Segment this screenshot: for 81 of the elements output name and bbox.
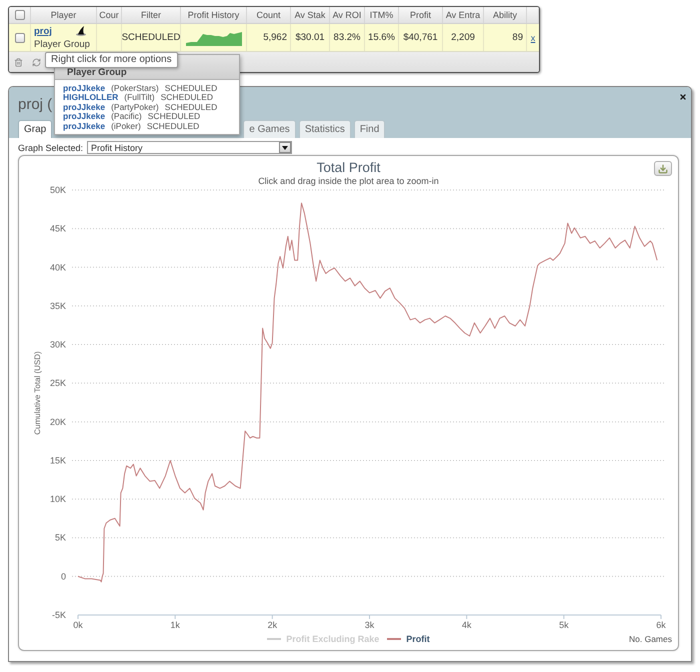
table-cell: 83.2% [330,24,365,51]
member-site: (PartyPoker) [111,102,159,112]
y-axis-label: -5K [52,610,66,620]
refresh-icon[interactable] [32,58,41,66]
tab[interactable]: Find [354,120,386,138]
column-header[interactable]: Count [247,7,291,23]
member-status: SCHEDULED [148,112,200,122]
legend-line-icon [387,638,402,640]
y-axis-label: 20K [50,416,66,427]
column-header[interactable]: Ability [484,7,527,23]
player-link[interactable]: proj [34,26,52,36]
caret-icon [279,142,292,153]
legend-item[interactable]: Profit [387,634,430,644]
member-status: SCHEDULED [164,84,218,94]
member-name[interactable]: proJJkeke [63,122,106,132]
table-cell: $40,761 [399,24,443,51]
column-header[interactable]: Cour [97,7,122,23]
y-axis-label: 50K [50,185,66,195]
member-site: (Pacific) [111,112,142,122]
member-name[interactable]: proJJkeke [63,112,106,122]
y-axis-label: 30K [50,340,66,350]
graph-select[interactable]: Profit History [87,141,292,154]
y-axis-label: 10K [50,494,66,504]
member-site: (iPoker) [111,122,141,132]
chart-subtitle: Click and drag inside the plot area to zoom-in [258,176,439,187]
member-name[interactable]: proJJkeke [63,102,106,112]
y-axis-label: 15K [50,455,66,466]
column-header[interactable]: Player [31,7,97,23]
tooltip: Right click for more options [45,52,178,68]
x-axis-label: 2k [268,620,278,630]
trash-icon[interactable] [14,58,23,66]
table-cell: 15.6% [365,24,399,51]
tab[interactable]: Statistics [298,120,351,138]
y-axis-title: Cumulative Total (USD) [33,351,42,435]
x-axis-label: 4k [462,620,472,630]
tab[interactable]: Grap [18,120,52,138]
member-status: SCHEDULED [164,102,218,112]
x-axis-title: No. Games [629,634,673,644]
column-header[interactable]: Av Entra [443,7,484,23]
table-cell: $30.01 [291,24,330,51]
member-status: SCHEDULED [146,122,200,132]
chart-title: Total Profit [316,160,380,176]
column-header[interactable]: ITM% [365,7,399,23]
column-header[interactable]: Av ROI [330,7,365,23]
download-icon [658,164,668,174]
legend-line-icon [267,638,282,640]
y-axis-label: 45K [50,224,66,234]
y-axis-label: 40K [50,262,66,272]
column-header[interactable]: Filter [122,7,181,23]
x-axis-label: 0k [73,620,83,630]
column-header[interactable]: Profit [399,7,443,23]
export-button[interactable] [654,161,672,176]
close-icon[interactable] [679,93,687,101]
column-header[interactable]: Profit History [181,7,247,23]
x-axis-label: 5k [559,620,569,630]
x-axis-label: 1k [170,620,180,630]
y-axis-label: 5K [54,532,66,543]
y-axis-label: 25K [50,378,66,388]
group-label: Player Group [34,38,91,50]
tab[interactable]: e Games [243,120,296,138]
checkbox[interactable] [14,32,24,42]
table-cell: 89 [484,24,527,51]
table-cell: 2,209 [443,24,484,51]
table-cell: SCHEDULED [122,24,181,51]
graph-select-label: Graph Selected: [18,142,84,152]
column-header[interactable]: Av Stak [291,7,330,23]
member-name[interactable]: HIGHLOLLER [63,93,118,103]
profit-sparkline [186,30,242,46]
fin-icon [76,26,86,36]
member-name[interactable]: proJJkeke [63,84,106,94]
y-axis-label: 35K [50,300,66,311]
y-axis-label: 0 [60,571,66,582]
checkbox[interactable] [14,10,24,20]
x-axis-label: 6k [656,620,666,630]
x-axis-label: 3k [364,620,374,630]
member-site: (PokerStars) [111,84,159,94]
remove-link[interactable]: x [530,32,536,42]
table-cell: 5,962 [247,24,291,51]
member-status: SCHEDULED [160,93,214,103]
window-title: proj ( [18,96,52,114]
member-site: (FullTilt) [124,93,155,103]
